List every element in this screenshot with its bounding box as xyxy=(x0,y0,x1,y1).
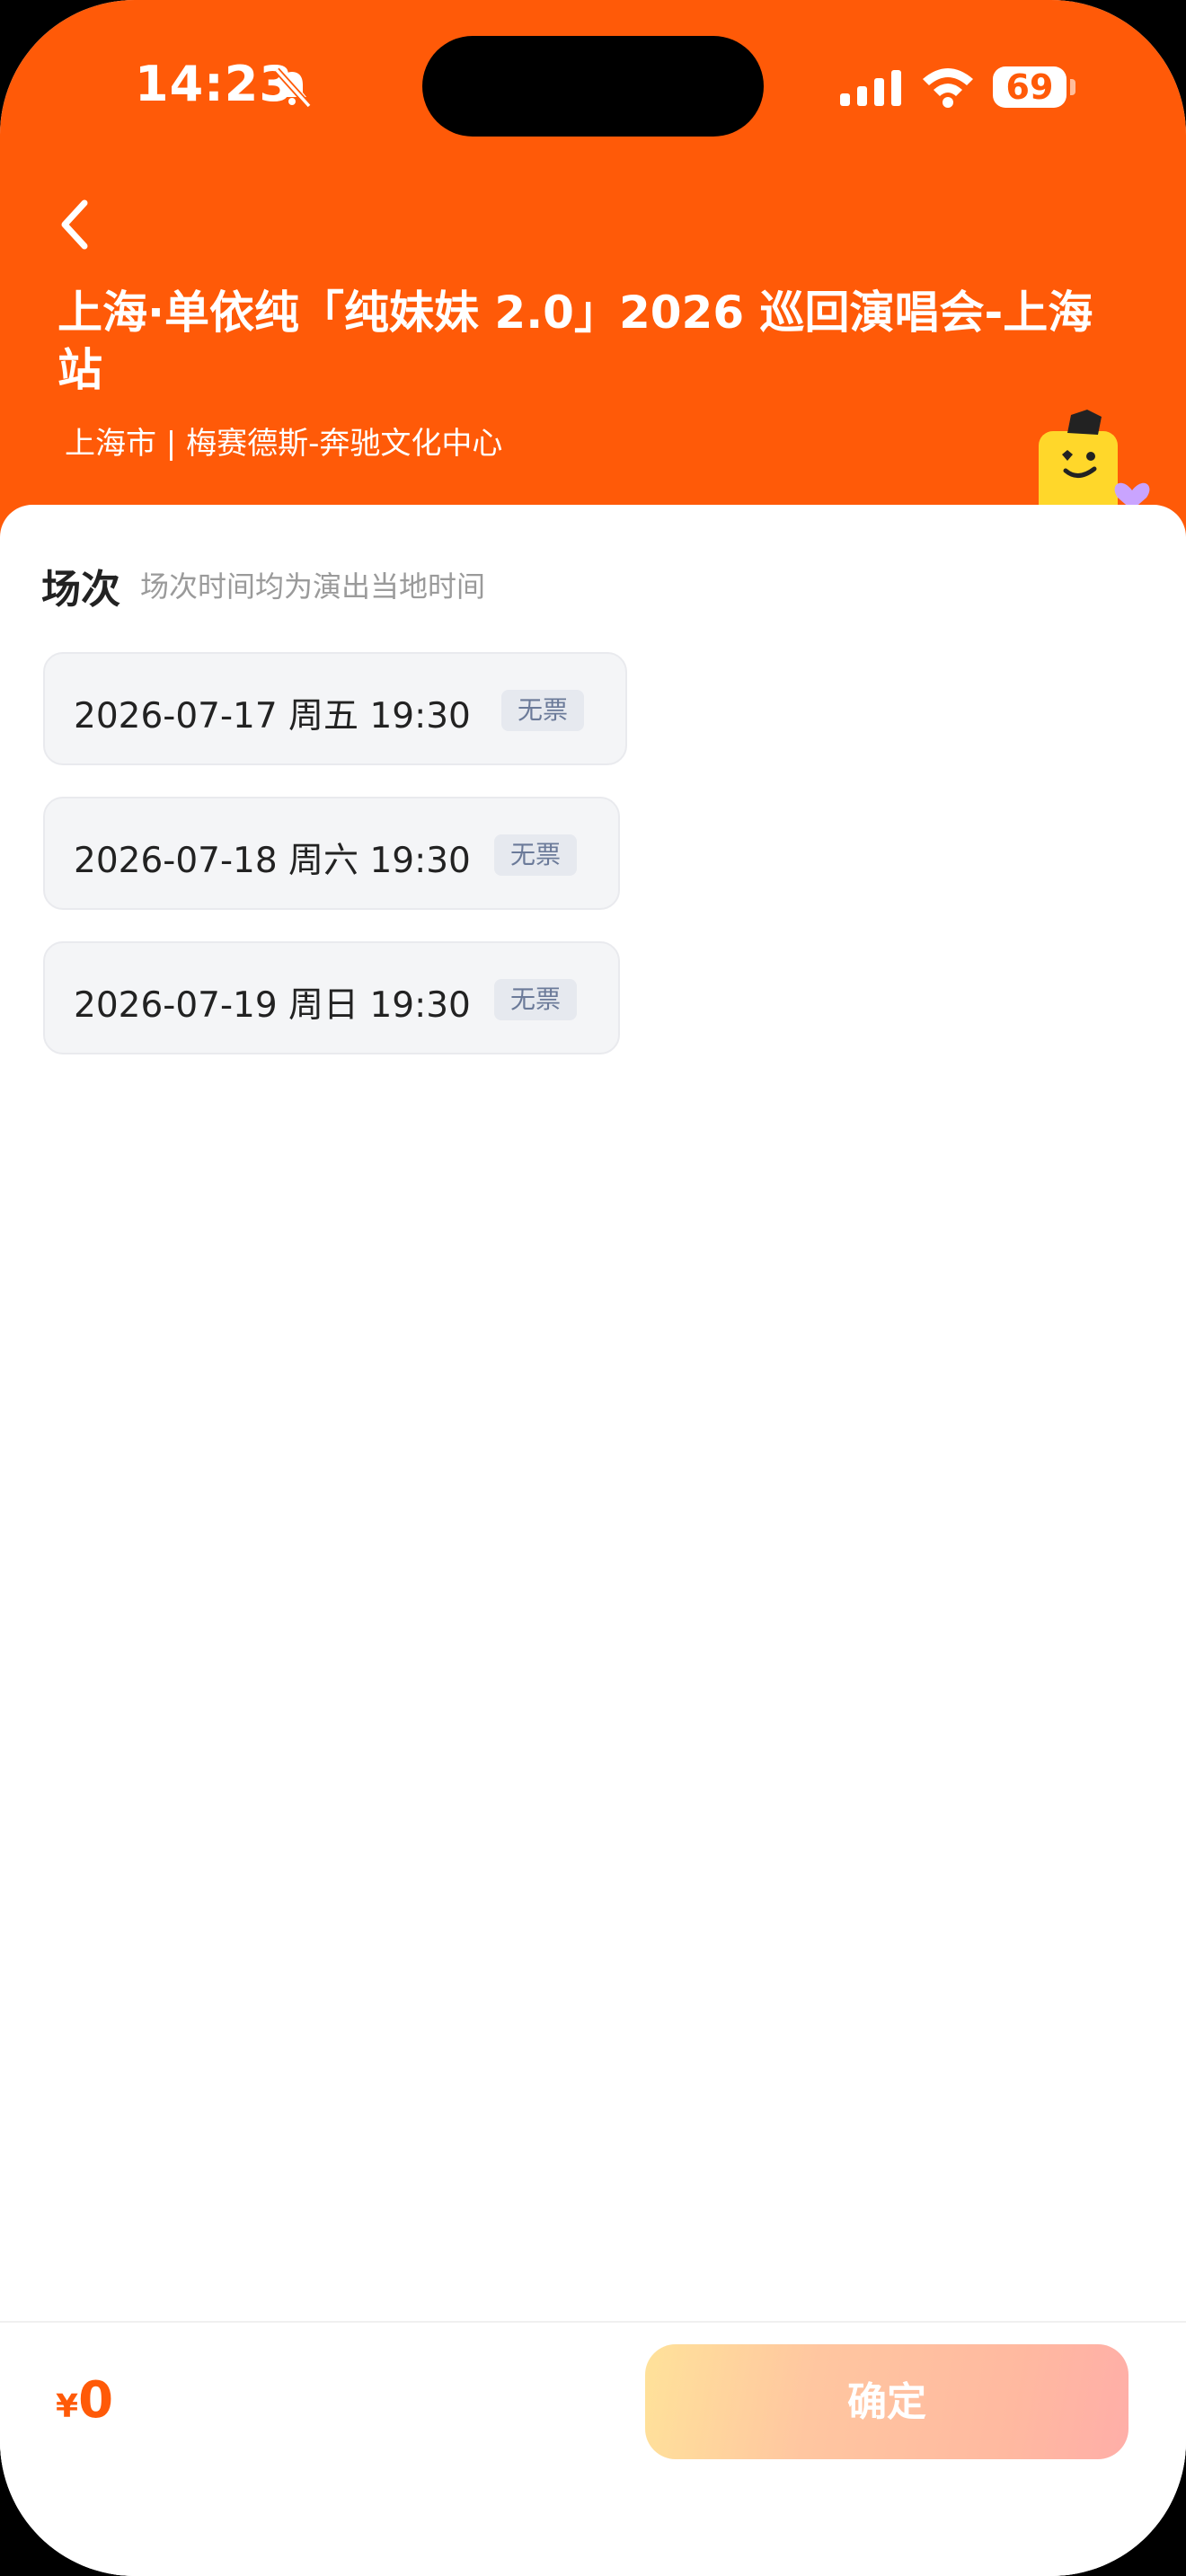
back-arrow-icon[interactable] xyxy=(54,198,93,251)
session-option[interactable]: 2026-07-17 周五 19:30 无票 xyxy=(43,652,627,765)
session-datetime: 2026-07-19 周日 19:30 xyxy=(74,985,471,1026)
dynamic-island xyxy=(422,36,764,137)
sold-out-tag: 无票 xyxy=(501,690,585,731)
venue-subtitle: 上海市 | 梅赛德斯-奔驰文化中心 xyxy=(65,426,503,462)
session-option[interactable]: 2026-07-19 周日 19:30 无票 xyxy=(43,941,620,1054)
session-option[interactable]: 2026-07-18 周六 19:30 无票 xyxy=(43,797,620,910)
battery-tip xyxy=(1070,79,1075,95)
price-value: 0 xyxy=(78,2371,114,2430)
cellular-signal-icon xyxy=(840,70,901,106)
page-title: 上海·单依纯「纯妹妹 2.0」2026 巡回演唱会-上海站 xyxy=(58,287,1093,396)
header: 14:23 69 上海·单依纯「纯妹妹 2.0」2026 巡回演唱会-上海站 上… xyxy=(0,0,1186,557)
mascot-icon xyxy=(1039,410,1150,521)
phone-screen: 14:23 69 上海·单依纯「纯妹妹 2.0」2026 巡回演唱会-上海站 上… xyxy=(0,0,1186,2576)
total-price: ¥0 xyxy=(56,2371,113,2430)
bell-muted-icon xyxy=(274,67,312,109)
session-datetime: 2026-07-18 周六 19:30 xyxy=(74,841,471,881)
currency-symbol: ¥ xyxy=(56,2388,79,2425)
sold-out-tag: 无票 xyxy=(494,834,578,876)
sold-out-tag: 无票 xyxy=(494,979,578,1020)
sessions-hint: 场次时间均为演出当地时间 xyxy=(140,569,486,604)
session-datetime: 2026-07-17 周五 19:30 xyxy=(74,696,471,737)
sessions-title: 场次 xyxy=(41,567,120,613)
wifi-icon xyxy=(923,68,973,108)
battery-level: 69 xyxy=(993,66,1067,108)
confirm-button[interactable]: 确定 xyxy=(645,2344,1128,2459)
